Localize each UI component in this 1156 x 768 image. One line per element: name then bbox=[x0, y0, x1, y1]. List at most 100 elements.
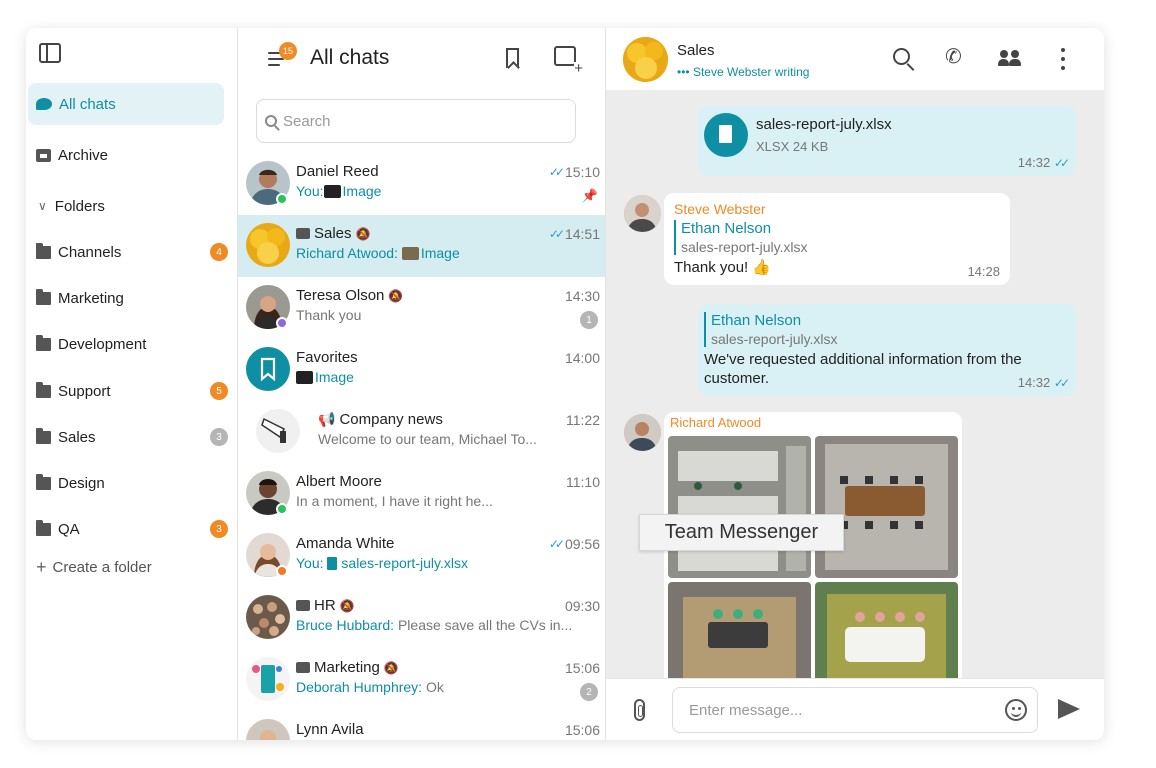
muted-bell-icon: 🔕 bbox=[383, 660, 399, 675]
avatar bbox=[624, 195, 661, 232]
chat-row-amanda-white[interactable]: Amanda White You: sales-report-july.xlsx… bbox=[238, 525, 605, 587]
office-photo-3[interactable] bbox=[668, 582, 811, 678]
emoji-icon[interactable] bbox=[1005, 699, 1027, 721]
folder-item-marketing[interactable]: Marketing bbox=[28, 277, 224, 319]
folder-label: Support bbox=[58, 382, 111, 400]
folder-label: Channels bbox=[58, 243, 122, 261]
menu-icon[interactable]: 15 bbox=[268, 42, 297, 66]
message-preview: Welcome to our team, Michael To... bbox=[318, 431, 537, 447]
message-preview: Image bbox=[315, 369, 354, 385]
bookmark-icon[interactable] bbox=[506, 48, 519, 68]
office-photo-2[interactable] bbox=[815, 436, 958, 578]
folders-group-toggle[interactable]: ∨ Folders bbox=[28, 185, 224, 227]
chat-rows: Daniel Reed You: Image ✓✓ 15:10 📌 Sales 🔕 R… bbox=[238, 153, 605, 740]
file-icon bbox=[704, 113, 748, 157]
chat-row-daniel-reed[interactable]: Daniel Reed You: Image ✓✓ 15:10 📌 bbox=[238, 153, 605, 215]
chat-row-marketing[interactable]: Marketing 🔕 Deborah Humphrey: Ok 15:06 2 bbox=[238, 649, 605, 711]
chat-row-company-news[interactable]: 📢 Company news Welcome to our team, Micha… bbox=[238, 401, 605, 463]
typing-dots-icon: ••• bbox=[677, 65, 690, 79]
double-check-icon: ✓✓ bbox=[1053, 156, 1070, 170]
chat-name: Marketing bbox=[314, 659, 380, 676]
muted-bell-icon: 🔕 bbox=[339, 598, 355, 613]
chat-row-teresa-olson[interactable]: Teresa Olson 🔕 Thank you 14:30 1 bbox=[238, 277, 605, 339]
chat-list-title: All chats bbox=[310, 46, 390, 69]
sidebar-toggle-icon[interactable] bbox=[39, 43, 61, 63]
message-prefix: You: bbox=[296, 555, 324, 571]
quoted-file: sales-report-july.xlsx bbox=[681, 239, 808, 255]
typing-text: Steve Webster writing bbox=[692, 65, 810, 79]
chat-row-favorites[interactable]: Favorites Image 14:00 bbox=[238, 339, 605, 401]
message-text: Thank you! 👍 bbox=[674, 259, 772, 276]
folder-icon bbox=[36, 427, 51, 444]
folder-item-sales[interactable]: Sales 3 bbox=[28, 416, 228, 458]
folder-item-all-chats[interactable]: All chats bbox=[28, 83, 224, 125]
chat-row-lynn-avila[interactable]: Lynn Avila 15:06 bbox=[238, 711, 605, 740]
sender-name: Steve Webster bbox=[674, 201, 766, 217]
phone-icon[interactable]: ✆ bbox=[945, 44, 962, 69]
folders-sidebar: All chats Archive ∨ Folders Channels 4 M… bbox=[26, 28, 238, 740]
quoted-message[interactable]: Ethan Nelson sales-report-july.xlsx bbox=[674, 220, 1000, 255]
chat-avatar[interactable] bbox=[623, 37, 668, 82]
tooltip: Team Messenger bbox=[639, 514, 844, 551]
message-preview: Image bbox=[420, 245, 460, 261]
members-icon[interactable] bbox=[998, 48, 1022, 68]
search-input[interactable] bbox=[283, 112, 553, 130]
send-icon[interactable] bbox=[1058, 699, 1080, 719]
quoted-message[interactable]: Ethan Nelson sales-report-july.xlsx bbox=[704, 312, 1066, 347]
new-chat-icon[interactable] bbox=[554, 46, 584, 76]
attach-icon[interactable] bbox=[634, 699, 645, 721]
folder-item-archive[interactable]: Archive bbox=[28, 134, 224, 176]
avatar bbox=[246, 657, 290, 701]
create-folder-label: Create a folder bbox=[52, 558, 152, 576]
chat-icon bbox=[36, 98, 52, 110]
folder-item-support[interactable]: Support 5 bbox=[28, 370, 228, 412]
incoming-message[interactable]: Steve Webster Ethan Nelson sales-report-… bbox=[664, 193, 1010, 285]
office-photo-1[interactable] bbox=[668, 436, 811, 578]
chat-row-sales[interactable]: Sales 🔕 Richard Atwood: Image ✓✓ 14:51 bbox=[238, 215, 605, 277]
chat-name: Lynn Avila bbox=[296, 721, 364, 738]
file-message[interactable]: sales-report-july.xlsx XLSX 24 KB 14:32 … bbox=[698, 106, 1076, 176]
chat-name: Albert Moore bbox=[296, 473, 382, 490]
message-preview: Please save all the CVs in... bbox=[397, 617, 573, 633]
folder-icon bbox=[36, 519, 51, 536]
message-input[interactable] bbox=[689, 701, 989, 719]
outgoing-message[interactable]: Ethan Nelson sales-report-july.xlsx We'v… bbox=[698, 304, 1076, 396]
group-chat-icon bbox=[296, 228, 310, 239]
message-input-box[interactable] bbox=[672, 687, 1038, 733]
folder-label: Marketing bbox=[58, 289, 124, 307]
chat-row-hr[interactable]: HR 🔕 Bruce Hubbard: Please save all the C… bbox=[238, 587, 605, 649]
pin-icon: 📌 bbox=[581, 188, 598, 203]
office-photo-4[interactable] bbox=[815, 582, 958, 678]
chevron-down-icon: ∨ bbox=[38, 199, 47, 213]
conversation-title: Sales bbox=[677, 42, 715, 59]
message-preview: In a moment, I have it right he... bbox=[296, 493, 493, 509]
quoted-file: sales-report-july.xlsx bbox=[711, 331, 838, 347]
message-preview: Thank you bbox=[296, 307, 362, 323]
create-folder-button[interactable]: + Create a folder bbox=[28, 546, 224, 588]
chat-time: 14:51 bbox=[564, 226, 600, 242]
folder-item-qa[interactable]: QA 3 bbox=[28, 508, 228, 550]
bookmark-avatar-icon bbox=[246, 347, 290, 391]
folder-item-channels[interactable]: Channels 4 bbox=[28, 231, 228, 273]
double-check-icon: ✓✓ bbox=[548, 537, 565, 551]
folder-item-design[interactable]: Design bbox=[28, 462, 224, 504]
more-icon[interactable] bbox=[1061, 48, 1065, 75]
search-icon[interactable] bbox=[893, 48, 910, 65]
double-check-icon: ✓✓ bbox=[548, 165, 565, 179]
chat-time: 09:30 bbox=[564, 598, 600, 614]
megaphone-avatar-icon bbox=[256, 409, 300, 453]
search-box[interactable] bbox=[256, 99, 576, 143]
quoted-author: Ethan Nelson bbox=[711, 312, 802, 329]
group-chat-icon bbox=[296, 662, 310, 673]
folder-icon bbox=[36, 242, 51, 259]
folder-label: Development bbox=[58, 335, 147, 353]
message-prefix: You: bbox=[296, 183, 324, 199]
message-preview: Ok bbox=[425, 679, 444, 695]
chat-name: Teresa Olson bbox=[296, 287, 385, 304]
chat-time: 14:00 bbox=[564, 350, 600, 366]
folder-item-development[interactable]: Development bbox=[28, 323, 224, 365]
chat-name: Sales bbox=[314, 225, 352, 242]
quoted-author: Ethan Nelson bbox=[681, 220, 772, 237]
online-status-icon bbox=[276, 503, 288, 515]
chat-row-albert-moore[interactable]: Albert Moore In a moment, I have it righ… bbox=[238, 463, 605, 525]
